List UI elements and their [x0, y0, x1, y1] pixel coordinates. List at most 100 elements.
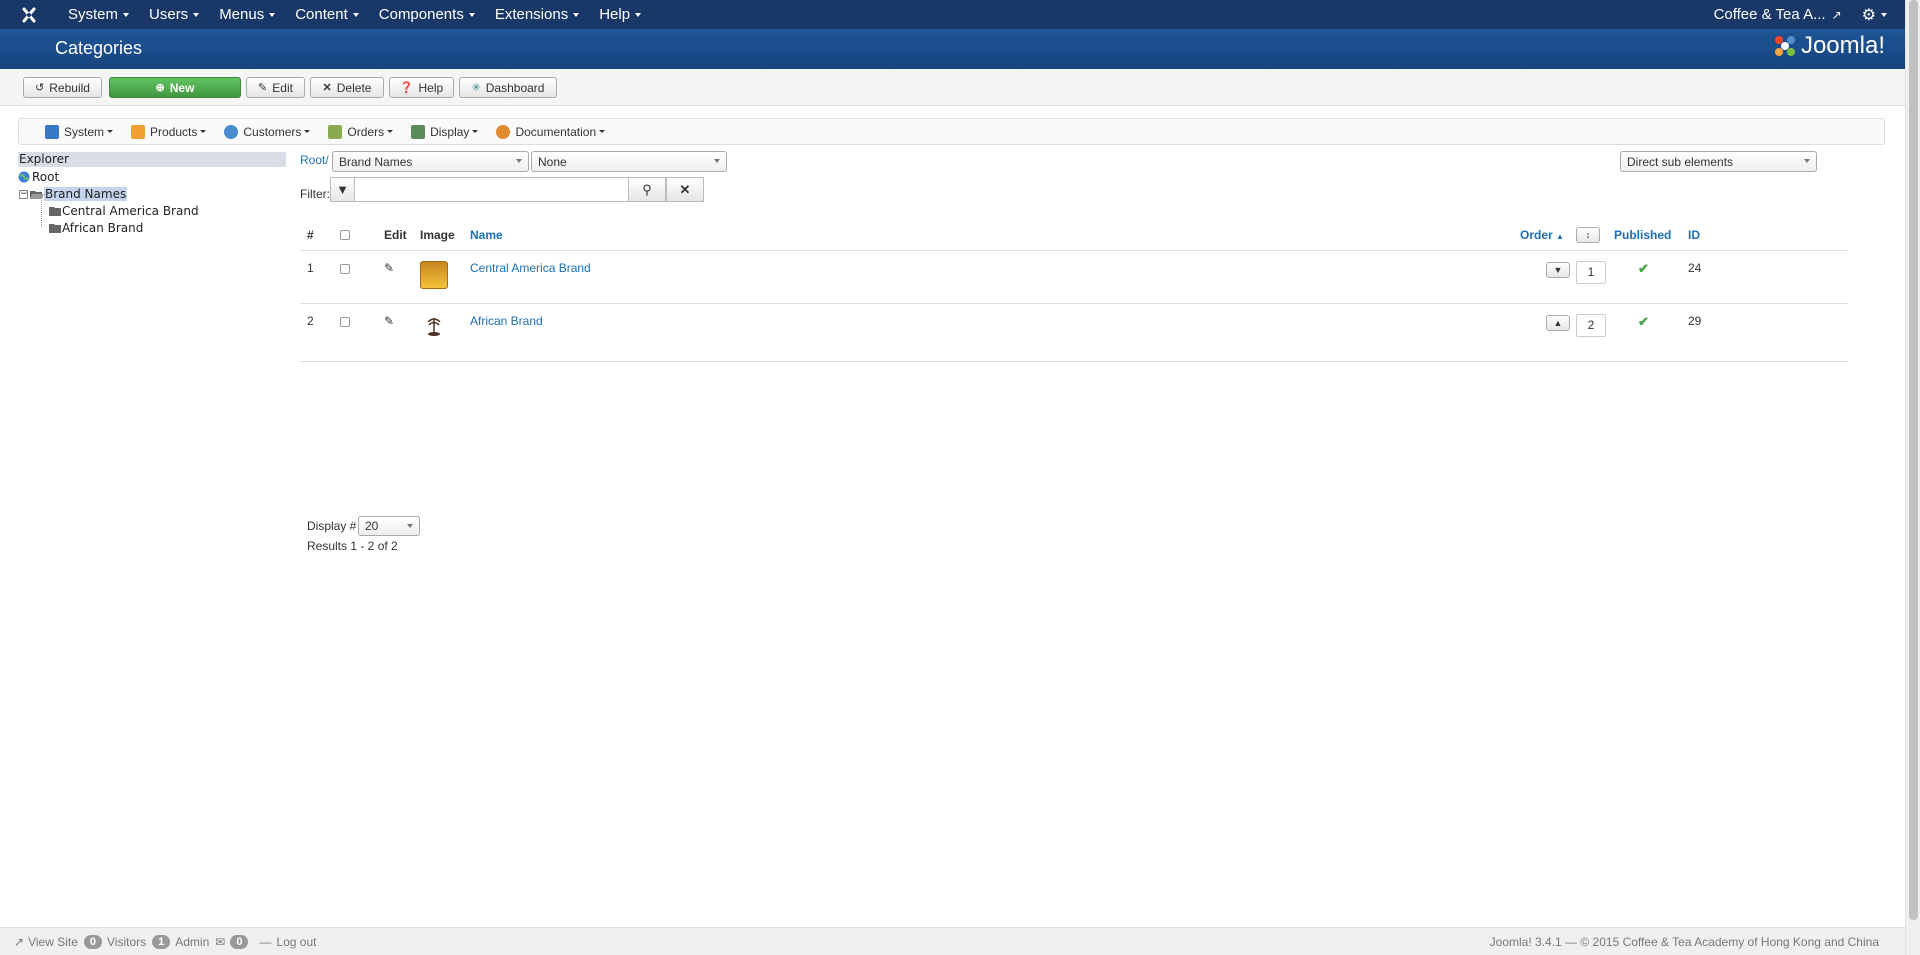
scrollbar-thumb[interactable]	[1909, 0, 1918, 920]
category-name-link[interactable]: Central America Brand	[470, 261, 591, 275]
visitors-badge: 0	[83, 934, 102, 949]
select-all-checkbox[interactable]	[340, 229, 350, 240]
visitors-status: 0 Visitors	[83, 934, 146, 949]
move-up-button[interactable]: ▲	[1546, 314, 1570, 331]
tree-node-central-america-brand[interactable]: Central America Brand	[49, 204, 199, 218]
row-order-value: 1	[1576, 250, 1614, 304]
pencil-icon[interactable]: ✎	[384, 314, 394, 328]
pencil-icon[interactable]: ✎	[384, 261, 394, 275]
col-save-order: ↕	[1576, 220, 1614, 251]
logout-link[interactable]: — Log out	[259, 935, 316, 949]
caret-down-icon	[1881, 12, 1887, 17]
row-order-move: ▼	[1520, 250, 1576, 304]
gear-icon: ⚙	[1861, 6, 1876, 24]
explorer-panel: Explorer	[18, 152, 286, 167]
submenu-documentation[interactable]: Documentation	[496, 124, 606, 139]
search-button[interactable]: ⚲	[628, 177, 666, 202]
tree-node-brand-names[interactable]: − Brand Names	[19, 187, 128, 201]
status-bar: ↗ View Site 0 Visitors 1 Admin ✉ 0 — Log…	[0, 927, 1905, 955]
move-down-button[interactable]: ▼	[1546, 261, 1570, 278]
order-input[interactable]: 1	[1576, 260, 1606, 284]
row-order-value: 2	[1576, 303, 1614, 362]
rebuild-icon: ↺	[35, 82, 45, 94]
menu-extensions[interactable]: Extensions	[485, 0, 589, 29]
caret-down-icon	[468, 12, 475, 17]
row-id: 29	[1688, 303, 1848, 362]
help-button[interactable]: ❓ Help	[389, 77, 454, 98]
chevron-down-icon	[1804, 159, 1810, 163]
joomla-logo-icon[interactable]	[0, 7, 58, 23]
menu-system[interactable]: System	[58, 0, 139, 29]
filter-options-button[interactable]: ▼	[330, 177, 355, 202]
category-select[interactable]: Brand Names	[332, 151, 529, 172]
messages-status[interactable]: ✉ 0	[215, 934, 253, 949]
col-select-all	[340, 220, 384, 251]
row-name: Central America Brand	[470, 250, 1520, 304]
col-image: Image	[420, 220, 470, 251]
submenu-system[interactable]: System	[45, 124, 114, 139]
filter-input[interactable]	[355, 177, 628, 202]
save-order-button[interactable]: ↕	[1576, 226, 1600, 243]
menu-users[interactable]: Users	[139, 0, 209, 29]
delete-button[interactable]: ✕ Delete	[310, 77, 384, 98]
row-checkbox[interactable]	[340, 263, 350, 274]
question-icon: ❓	[399, 82, 414, 94]
menu-menus[interactable]: Menus	[209, 0, 285, 29]
submenu-customers[interactable]: Customers	[224, 124, 311, 139]
published-check-icon[interactable]: ✔	[1638, 261, 1649, 276]
row-number: 2	[300, 303, 340, 362]
col-edit: Edit	[384, 220, 420, 251]
col-id[interactable]: ID	[1688, 220, 1848, 251]
tree-node-root[interactable]: Root	[18, 170, 59, 184]
close-icon: ✕	[322, 82, 332, 94]
caret-down-icon	[304, 130, 311, 133]
tree-node-african-brand[interactable]: African Brand	[49, 221, 143, 235]
submenu-display[interactable]: Display	[411, 124, 479, 139]
table-header-row: # Edit Image Name Order ▲ ↕ Published ID	[300, 220, 1848, 251]
external-link-icon: ↗	[1831, 7, 1842, 22]
search-icon: ⚲	[642, 181, 652, 197]
submenu-orders[interactable]: Orders	[328, 124, 394, 139]
category-name-link[interactable]: African Brand	[470, 314, 543, 328]
filter-label: Filter:	[300, 187, 330, 201]
folder-open-icon	[30, 190, 44, 199]
col-name[interactable]: Name	[470, 220, 1520, 251]
edit-button[interactable]: ✎ Edit	[246, 77, 305, 98]
display-icon	[411, 124, 426, 139]
joomla-brand-icon	[1774, 36, 1795, 56]
view-site-link[interactable]: ↗ View Site	[14, 935, 78, 949]
toolbar: ↺ Rebuild ⊕ New ✎ Edit ✕ Delete ❓ Help ✳ Dashb…	[0, 69, 1905, 106]
vertical-scrollbar[interactable]	[1905, 0, 1920, 955]
chevron-up-icon: ▲	[1553, 317, 1563, 328]
scope-select[interactable]: Direct sub elements	[1620, 151, 1817, 172]
menu-help[interactable]: Help	[589, 0, 651, 29]
submenu-products[interactable]: Products	[131, 124, 207, 139]
clear-button[interactable]: ✕	[666, 177, 704, 202]
row-name: African Brand	[470, 303, 1520, 362]
sub-category-select[interactable]: None	[531, 151, 727, 172]
col-published[interactable]: Published	[1614, 220, 1688, 251]
site-link[interactable]: Coffee & Tea A... ↗	[1706, 6, 1850, 23]
row-id: 24	[1688, 250, 1848, 304]
row-image	[420, 250, 470, 304]
breadcrumb-root[interactable]: Root/	[300, 153, 329, 167]
page-header: Categories Joomla!	[0, 29, 1905, 69]
orders-icon	[328, 124, 343, 139]
caret-down-icon	[573, 12, 580, 17]
close-icon: ✕	[679, 181, 691, 197]
order-input[interactable]: 2	[1576, 313, 1606, 337]
brand-thumbnail	[420, 260, 448, 289]
menu-content[interactable]: Content	[285, 0, 369, 29]
published-check-icon[interactable]: ✔	[1638, 314, 1649, 329]
plus-circle-icon: ⊕	[155, 82, 165, 94]
user-menu-gear[interactable]: ⚙	[1850, 5, 1905, 25]
new-button[interactable]: ⊕ New	[109, 77, 241, 98]
dashboard-button[interactable]: ✳ Dashboard	[459, 77, 557, 98]
display-limit-select[interactable]: 20	[358, 516, 420, 536]
rebuild-button[interactable]: ↺ Rebuild	[23, 77, 102, 98]
filter-group: ▼ ⚲ ✕	[330, 177, 704, 202]
menu-components[interactable]: Components	[369, 0, 485, 29]
col-order[interactable]: Order ▲	[1520, 220, 1576, 251]
row-checkbox[interactable]	[340, 316, 350, 327]
collapse-minus-icon[interactable]: −	[19, 189, 28, 199]
